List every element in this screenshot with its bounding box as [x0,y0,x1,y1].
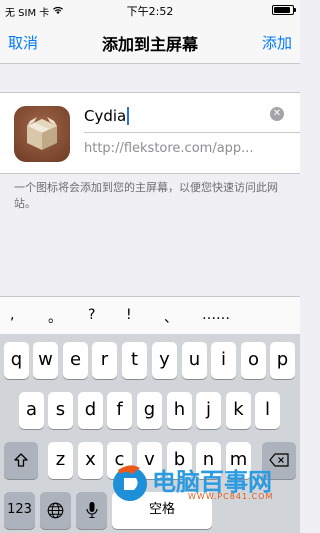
key-z[interactable]: z [48,442,73,479]
battery-icon [272,5,296,15]
cydia-box-icon [14,106,70,162]
bookmark-name-value: Cydia [84,107,127,125]
status-bar: 无 SIM 卡 下午2:52 [0,0,300,20]
page-title: 添加到主屏幕 [101,35,198,54]
key-e[interactable]: e [63,342,88,379]
globe-icon [47,502,64,519]
suggestion-item[interactable]: …… [202,307,230,323]
key-g[interactable]: g [137,392,162,429]
key-l[interactable]: l [255,392,280,429]
key-j[interactable]: j [196,392,221,429]
key-h[interactable]: h [167,392,192,429]
shift-key[interactable] [4,442,38,479]
suggestion-item[interactable]: 、 [164,307,178,327]
suggestion-item[interactable]: ? [88,307,95,323]
key-o[interactable]: o [241,342,266,379]
key-p[interactable]: p [270,342,295,379]
microphone-key[interactable] [76,492,107,529]
watermark-logo-icon [113,465,147,501]
key-d[interactable]: d [78,392,103,429]
bookmark-name-input[interactable]: Cydia [84,101,290,131]
key-y[interactable]: y [152,342,177,379]
text-cursor [127,107,130,125]
battery-fill [274,7,291,13]
suggestion-item[interactable]: ! [126,307,132,323]
watermark-url: WWW.PC841.COM [188,492,274,501]
status-time: 下午2:52 [126,5,174,18]
suggestion-item[interactable]: , [10,307,14,323]
key-r[interactable]: r [92,342,117,379]
numbers-key[interactable]: 123 [4,492,35,529]
clear-text-icon[interactable]: ✕ [270,107,284,121]
key-k[interactable]: k [226,392,251,429]
key-s[interactable]: s [48,392,73,429]
key-f[interactable]: f [107,392,132,429]
description-text: 一个图标将会添加到您的主屏幕，以便您快速访问此网站。 [14,181,278,210]
bookmark-card: Cydia ✕ http://flekstore.com/app... [0,92,300,174]
suggestion-item[interactable]: 。 [48,307,62,327]
key-w[interactable]: w [33,342,58,379]
field-divider [84,132,300,133]
key-t[interactable]: t [122,342,147,379]
bookmark-url-field: http://flekstore.com/app... [84,141,254,156]
key-x[interactable]: x [78,442,103,479]
key-i[interactable]: i [211,342,236,379]
watermark: 电脑百事网 WWW.PC841.COM [110,460,300,504]
key-q[interactable]: q [4,342,29,379]
microphone-icon [85,502,98,519]
add-button[interactable]: 添加 [262,32,292,53]
key-u[interactable]: u [182,342,207,379]
key-a[interactable]: a [19,392,44,429]
nav-bar: 取消 添加到主屏幕 添加 [0,20,300,64]
globe-key[interactable] [40,492,71,529]
shift-icon [14,453,28,467]
suggestion-bar: , 。 ? ! 、 …… [0,296,300,334]
